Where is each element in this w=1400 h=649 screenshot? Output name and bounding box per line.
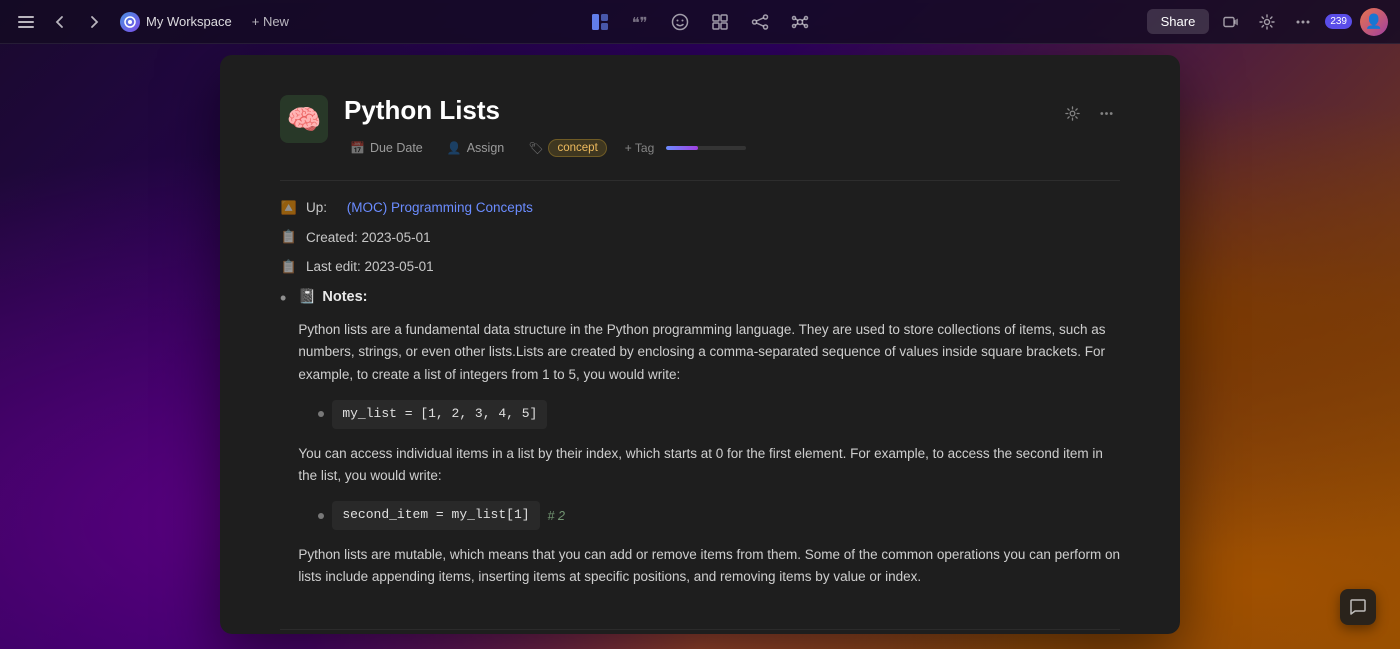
avatar[interactable]: 👤: [1360, 8, 1388, 36]
divider: [280, 180, 1120, 181]
body-text-1: Python lists are a fundamental data stru…: [298, 319, 1120, 386]
graph-toolbar-icon[interactable]: [786, 8, 814, 36]
share-button[interactable]: Share: [1147, 9, 1210, 34]
bullet-dot: •: [280, 284, 286, 313]
due-date-meta[interactable]: 📅 Due Date: [344, 138, 429, 158]
last-edit-icon: 📋: [280, 257, 298, 278]
concept-badge: concept: [548, 139, 606, 157]
code-comment-2: # 2: [548, 506, 565, 526]
code-dot-1: [318, 411, 324, 417]
last-edit-row: 📋 Last edit: 2023-05-01: [280, 256, 1120, 278]
layout-icon[interactable]: [586, 8, 614, 36]
workspace-label: My Workspace: [146, 14, 232, 29]
topbar-right: Share 239 👤: [822, 8, 1388, 36]
calendar-icon: 📅: [350, 141, 365, 155]
topbar-center: ❝❞: [586, 8, 814, 36]
assign-label: Assign: [467, 141, 505, 155]
doc-header-actions: [1058, 99, 1120, 127]
notes-emoji: 📓: [298, 286, 316, 309]
body-text-2: You can access individual items in a lis…: [298, 443, 1120, 488]
created-label: Created: 2023-05-01: [306, 227, 431, 249]
emoji-toolbar-icon[interactable]: [666, 8, 694, 36]
doc-title: Python Lists: [344, 95, 1042, 126]
code-snippet-2: second_item = my_list[1]: [332, 501, 539, 530]
notes-heading: 📓 Notes:: [298, 286, 1120, 309]
doc-settings-icon[interactable]: [1058, 99, 1086, 127]
doc-emoji: 🧠: [280, 95, 328, 143]
quote-icon[interactable]: ❝❞: [626, 8, 654, 36]
doc-container: 🧠 Python Lists 📅 Due Date 👤 Assign 🏷 con…: [220, 55, 1180, 634]
up-arrow-icon: 🔼: [280, 198, 298, 219]
settings-icon[interactable]: [1253, 8, 1281, 36]
doc-content: 🔼 Up: (MOC) Programming Concepts 📋 Creat…: [280, 197, 1120, 588]
notes-heading-text: Notes:: [322, 286, 367, 309]
progress-bar: [666, 146, 746, 150]
share-network-icon[interactable]: [746, 8, 774, 36]
code-line-2: second_item = my_list[1] # 2: [298, 501, 1120, 530]
forward-button[interactable]: [80, 8, 108, 36]
up-link-row: 🔼 Up: (MOC) Programming Concepts: [280, 197, 1120, 219]
menu-icon[interactable]: [12, 8, 40, 36]
due-date-label: Due Date: [370, 141, 423, 155]
add-tag-button[interactable]: + Tag: [625, 141, 654, 155]
add-tag-label: + Tag: [625, 141, 654, 155]
created-row: 📋 Created: 2023-05-01: [280, 227, 1120, 249]
video-icon[interactable]: [1217, 8, 1245, 36]
chat-fab[interactable]: [1340, 589, 1376, 625]
up-label: Up:: [306, 197, 327, 219]
content-area: 🧠 Python Lists 📅 Due Date 👤 Assign 🏷 con…: [220, 55, 1180, 634]
notes-content: 📓 Notes: Python lists are a fundamental …: [298, 286, 1120, 589]
created-icon: 📋: [280, 227, 298, 248]
body-text-3: Python lists are mutable, which means th…: [298, 544, 1120, 589]
doc-footer: Created by don_brown · Updated by don_br…: [280, 629, 1120, 634]
back-button[interactable]: [46, 8, 74, 36]
doc-title-area: Python Lists 📅 Due Date 👤 Assign 🏷 conce…: [344, 95, 1042, 160]
topbar-left: My Workspace + New: [12, 8, 578, 36]
doc-more-icon[interactable]: [1092, 99, 1120, 127]
notes-section: • 📓 Notes: Python lists are a fundamenta…: [280, 286, 1120, 589]
assign-meta[interactable]: 👤 Assign: [441, 138, 510, 158]
code-snippet-1: my_list = [1, 2, 3, 4, 5]: [332, 400, 547, 429]
new-label: + New: [252, 14, 289, 29]
notification-badge[interactable]: 239: [1325, 14, 1352, 29]
concept-tag-meta[interactable]: 🏷 concept: [522, 136, 613, 160]
workspace-selector[interactable]: My Workspace: [114, 8, 238, 36]
workspace-icon: [120, 12, 140, 32]
svg-text:❝❞: ❝❞: [632, 15, 648, 31]
last-edit-label: Last edit: 2023-05-01: [306, 256, 434, 278]
progress-fill: [666, 146, 698, 150]
code-dot-2: [318, 513, 324, 519]
tag-icon: 🏷: [528, 141, 543, 155]
doc-meta-bar: 📅 Due Date 👤 Assign 🏷 concept + Tag: [344, 136, 1042, 160]
grid-toolbar-icon[interactable]: [706, 8, 734, 36]
more-icon[interactable]: [1289, 8, 1317, 36]
doc-header: 🧠 Python Lists 📅 Due Date 👤 Assign 🏷 con…: [280, 95, 1120, 160]
up-link[interactable]: (MOC) Programming Concepts: [347, 197, 533, 219]
person-icon: 👤: [447, 141, 462, 155]
new-button[interactable]: + New: [244, 10, 297, 33]
topbar: My Workspace + New ❝❞: [0, 0, 1400, 44]
code-line-1: my_list = [1, 2, 3, 4, 5]: [298, 400, 1120, 429]
